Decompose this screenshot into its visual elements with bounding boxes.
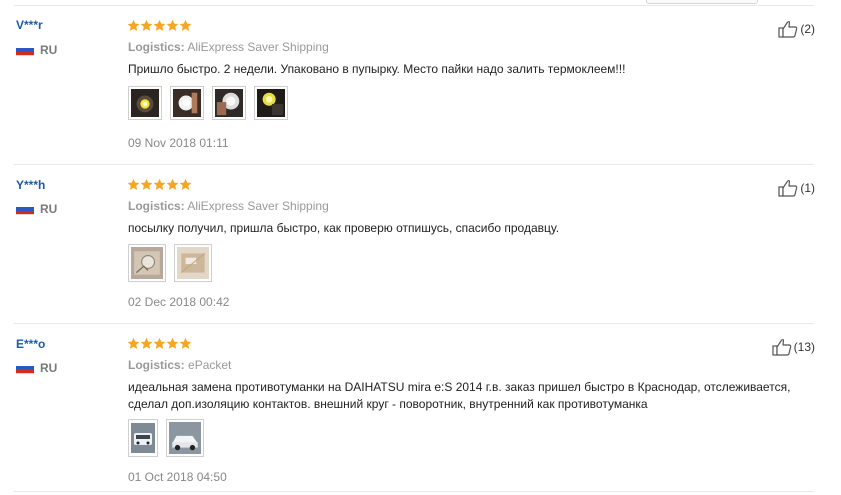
russia-flag-icon — [16, 44, 34, 56]
helpful-button[interactable]: (2) — [778, 20, 815, 38]
russia-flag-icon — [16, 362, 34, 374]
helpful-count: (13) — [793, 340, 815, 354]
helpful-count: (1) — [800, 181, 815, 195]
star-icon — [179, 178, 192, 191]
star-icon — [127, 19, 140, 32]
country-code: RU — [40, 202, 58, 216]
top-divider — [14, 5, 814, 6]
star-icon — [153, 19, 166, 32]
logistics-info: Logistics: ePacket — [128, 358, 231, 372]
reviewer-name[interactable]: Y***h — [16, 178, 45, 192]
review-photo[interactable] — [170, 86, 204, 120]
review-photo[interactable] — [166, 419, 204, 457]
review-photo[interactable] — [212, 86, 246, 120]
star-icon — [166, 178, 179, 191]
thumbs-up-icon — [778, 179, 798, 197]
country-code: RU — [40, 43, 58, 57]
review-text: Пришло быстро. 2 недели. Упаковано в пуп… — [128, 62, 626, 76]
star-rating — [127, 337, 192, 350]
helpful-button[interactable]: (1) — [778, 179, 815, 197]
logistics-label: Logistics: — [128, 199, 185, 213]
reviewer-country: RU — [16, 361, 57, 375]
russia-flag-icon — [16, 203, 34, 215]
review-photo[interactable] — [128, 244, 166, 282]
thumbs-up-icon — [778, 20, 798, 38]
logistics-label: Logistics: — [128, 40, 185, 54]
review-divider — [14, 164, 814, 165]
logistics-info: Logistics: AliExpress Saver Shipping — [128, 40, 329, 54]
star-icon — [166, 19, 179, 32]
logistics-label: Logistics: — [128, 358, 185, 372]
reviewer-name[interactable]: V***r — [16, 18, 43, 32]
helpful-count: (2) — [800, 22, 815, 36]
star-icon — [127, 178, 140, 191]
reviewer-country: RU — [16, 202, 57, 216]
review-text: идеальная замена противотуманки на DAIHA… — [128, 380, 791, 411]
star-icon — [127, 337, 140, 350]
country-code: RU — [40, 361, 58, 375]
reviewer-country: RU — [16, 43, 57, 57]
review-divider — [14, 323, 814, 324]
star-icon — [140, 178, 153, 191]
review-photos — [128, 419, 204, 457]
logistics-method: ePacket — [188, 358, 232, 372]
star-icon — [166, 337, 179, 350]
star-icon — [179, 19, 192, 32]
sort-control[interactable] — [646, 0, 758, 4]
review-photo[interactable] — [254, 86, 288, 120]
review-photo[interactable] — [174, 244, 212, 282]
review-photo[interactable] — [128, 86, 162, 120]
review-date: 01 Oct 2018 04:50 — [128, 470, 227, 484]
star-icon — [140, 19, 153, 32]
helpful-button[interactable]: (13) — [772, 338, 815, 356]
star-icon — [179, 337, 192, 350]
logistics-info: Logistics: AliExpress Saver Shipping — [128, 199, 329, 213]
star-icon — [153, 178, 166, 191]
logistics-method: AliExpress Saver Shipping — [187, 199, 329, 213]
review-photos — [128, 86, 288, 120]
review-date: 02 Dec 2018 00:42 — [128, 295, 230, 309]
star-icon — [140, 337, 153, 350]
review-divider — [14, 491, 814, 492]
review-photos — [128, 244, 212, 282]
review-date: 09 Nov 2018 01:11 — [128, 136, 229, 150]
reviewer-name[interactable]: E***o — [16, 337, 45, 351]
star-rating — [127, 19, 192, 32]
thumbs-up-icon — [772, 338, 792, 356]
review-text: посылку получил, пришла быстро, как пров… — [128, 221, 560, 235]
star-rating — [127, 178, 192, 191]
review-photo[interactable] — [128, 419, 158, 457]
star-icon — [153, 337, 166, 350]
logistics-method: AliExpress Saver Shipping — [187, 40, 329, 54]
